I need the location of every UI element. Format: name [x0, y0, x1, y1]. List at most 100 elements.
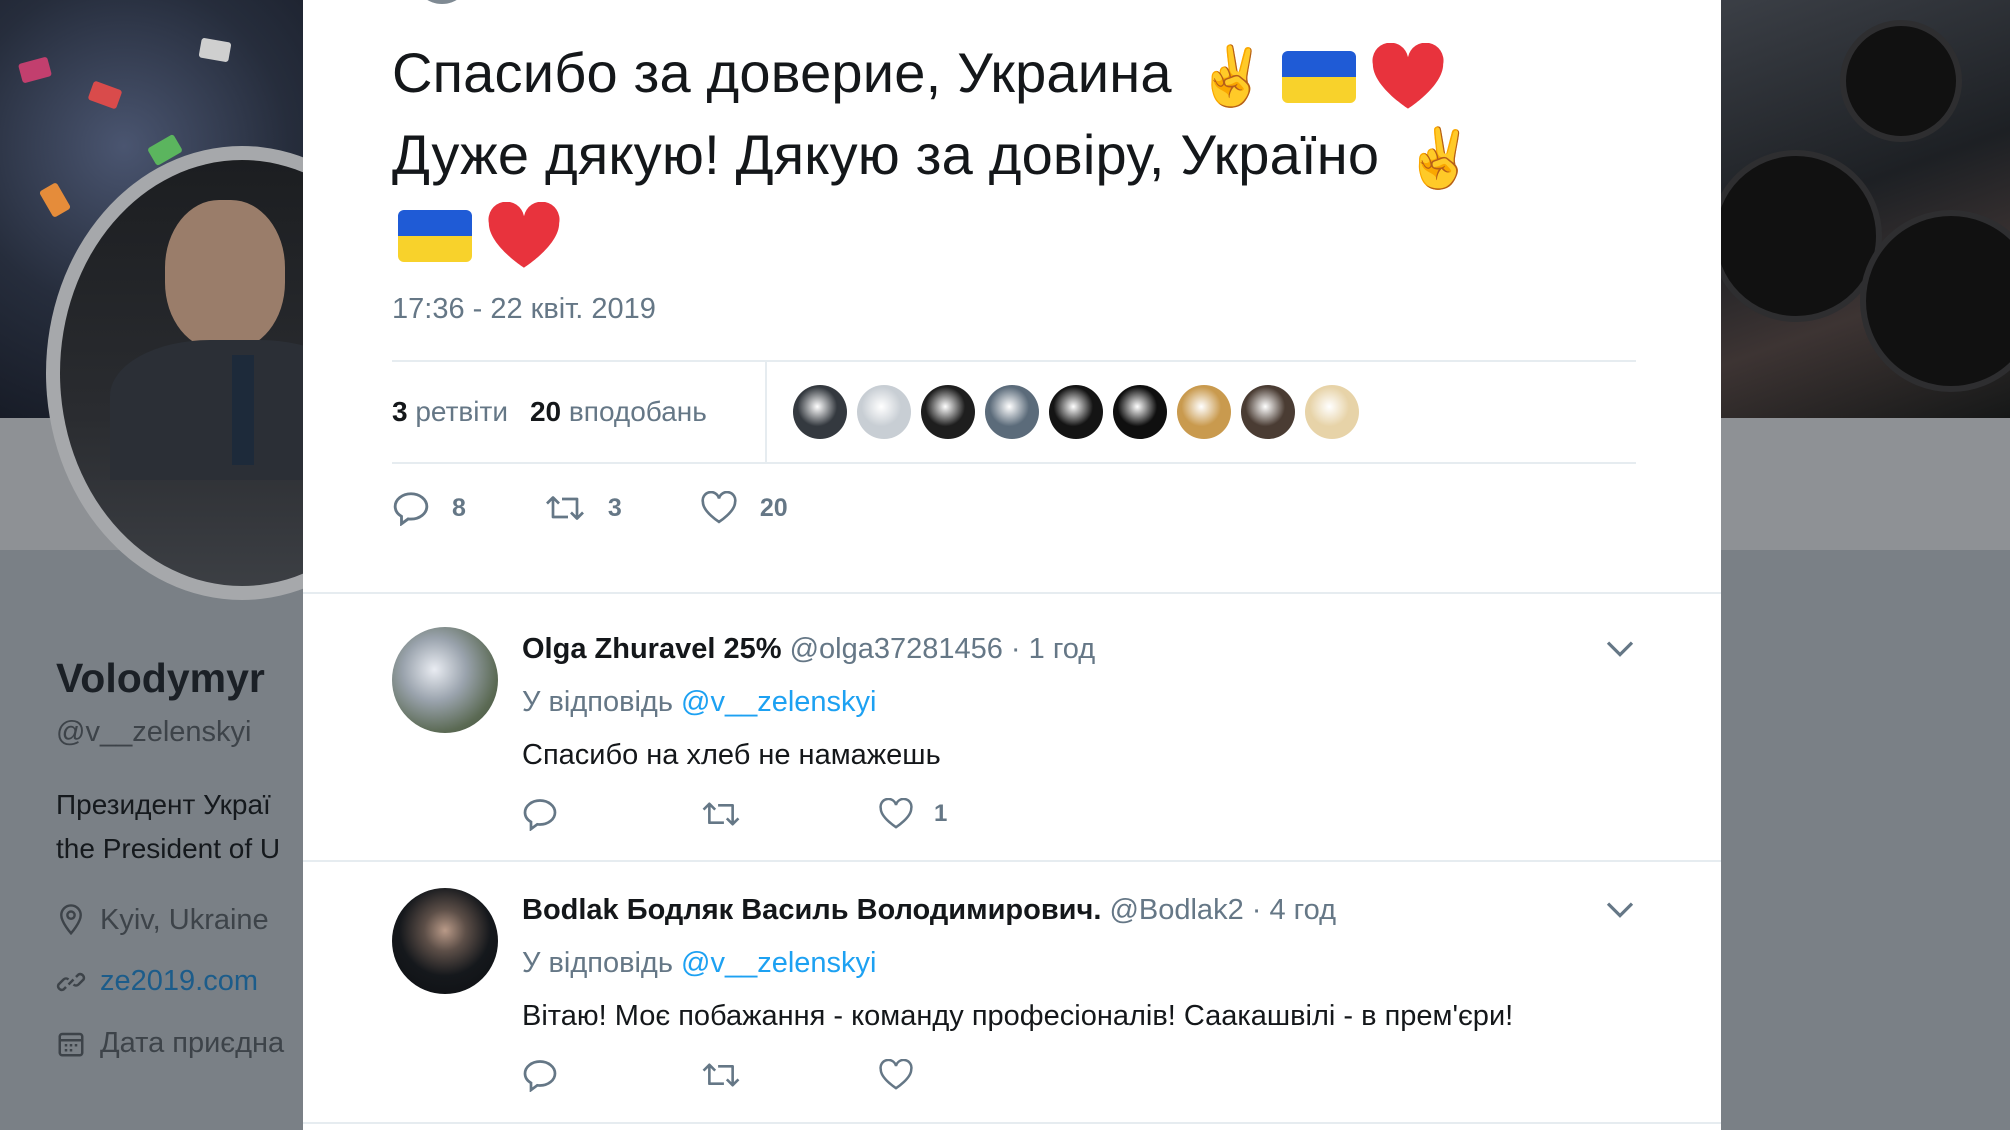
profile-bio-line: the President of U [56, 833, 281, 864]
section-divider [303, 1122, 1721, 1124]
reply-count: 8 [452, 493, 466, 522]
like-count: 20 [759, 493, 788, 522]
liker-avatar[interactable] [1113, 385, 1167, 439]
calendar-icon [58, 1032, 84, 1056]
section-divider [303, 592, 1721, 594]
reply-text: Спасибо на хлеб не намажешь [522, 739, 941, 771]
profile-joined: Дата приєдна [56, 1027, 284, 1060]
confetti [38, 182, 72, 218]
confetti [198, 37, 232, 63]
likes-stat[interactable]: 20 вподобань [530, 396, 707, 428]
likes-label: вподобань [568, 396, 707, 427]
avatar-tie [232, 355, 254, 465]
likes-count: 20 [529, 396, 562, 427]
divider [392, 462, 1636, 464]
liker-avatar[interactable] [1305, 385, 1359, 439]
ukraine-flag-emoji [398, 209, 472, 262]
retweets-stat[interactable]: 3 ретвіти [392, 396, 508, 428]
retweet-icon [545, 496, 584, 520]
confetti [87, 80, 123, 110]
tweet-actions: 8 3 20 [392, 490, 866, 526]
heart-icon [701, 491, 737, 524]
reply-to-line: У відповідь @v__zelenskyi [522, 686, 877, 719]
red-heart-emoji [488, 201, 560, 268]
retweets-label: ретвіти [415, 396, 508, 427]
camera-lens [1710, 150, 1882, 322]
reply-to-label: У відповідь [522, 947, 673, 979]
victory-hand-emoji: ✌ [1403, 126, 1476, 192]
reply-to-mention[interactable]: @v__zelenskyi [681, 686, 876, 718]
reply-header: Bodlak Бодляк Василь Володимирович. @Bod… [522, 894, 1336, 927]
profile-bio-line: Президент Украї [56, 789, 271, 820]
camera-lens [1860, 210, 2010, 392]
ukraine-flag-emoji [1281, 51, 1356, 104]
tweet-line-1: Спасибо за доверие, Украина ✌ [392, 34, 1652, 116]
like-action[interactable]: 20 [700, 491, 788, 525]
chevron-down-icon[interactable] [1604, 898, 1636, 920]
liker-avatar[interactable] [1241, 385, 1295, 439]
reply-icon [393, 492, 429, 526]
reply-actions [522, 1058, 1056, 1092]
tweet-line-3 [392, 192, 1652, 270]
reply-author-handle[interactable]: @Bodlak2 [1109, 894, 1243, 926]
section-divider [303, 860, 1721, 862]
retweets-count: 3 [392, 396, 408, 427]
stats-separator [765, 362, 767, 462]
retweet-icon [702, 802, 740, 826]
like-action[interactable] [878, 1059, 1056, 1091]
location-pin-icon [60, 904, 82, 936]
liker-avatar[interactable] [793, 385, 847, 439]
reply-to-line: У відповідь @v__zelenskyi [522, 947, 877, 980]
tweet-stats: 3 ретвіти 20 вподобань [392, 362, 729, 462]
tweet-author-avatar[interactable] [416, 0, 468, 4]
tweet-text-line: Дуже дякую! Дякую за довіру, Україно [392, 123, 1380, 187]
link-icon [56, 972, 86, 991]
profile-website[interactable]: ze2019.com [56, 965, 258, 998]
profile-banner-right [1710, 0, 2010, 418]
liker-avatar[interactable] [1177, 385, 1231, 439]
reply-text: Вітаю! Моє побажання - команду професіон… [522, 1000, 1514, 1032]
reply-author-name[interactable]: Bodlak Бодляк Василь Володимирович. [522, 894, 1101, 926]
profile-location: Kyiv, Ukraine [56, 903, 269, 937]
profile-website-link[interactable]: ze2019.com [100, 965, 258, 998]
chevron-down-icon[interactable] [1604, 637, 1636, 659]
liker-avatar[interactable] [985, 385, 1039, 439]
reply-icon [523, 799, 557, 831]
confetti [17, 56, 53, 84]
liker-avatar[interactable] [921, 385, 975, 439]
heart-icon [879, 1059, 913, 1090]
retweet-icon [702, 1063, 740, 1087]
reply-time[interactable]: · 1 год [1011, 633, 1095, 665]
reply-action[interactable] [522, 1058, 700, 1092]
retweet-action[interactable]: 3 [544, 491, 622, 525]
red-heart-emoji [1372, 43, 1444, 109]
retweet-action[interactable] [700, 798, 878, 830]
retweet-action[interactable] [700, 1059, 878, 1091]
reply-icon [523, 1060, 557, 1092]
heart-icon [879, 798, 913, 829]
reply-author-handle[interactable]: @olga37281456 [790, 633, 1003, 665]
profile-location-text: Kyiv, Ukraine [100, 903, 269, 936]
reply-action[interactable]: 8 [392, 490, 466, 526]
profile-name: Volodymyr [56, 655, 265, 701]
reply-author-name[interactable]: Olga Zhuravel 25% [522, 633, 782, 665]
profile-handle: @v__zelenskyi [56, 716, 252, 748]
liker-avatar[interactable] [857, 385, 911, 439]
reply-like-count: 1 [934, 800, 948, 827]
victory-hand-emoji: ✌ [1195, 44, 1268, 110]
reply-to-mention[interactable]: @v__zelenskyi [681, 947, 876, 979]
reply-time[interactable]: · 4 год [1252, 894, 1336, 926]
tweet-line-2: Дуже дякую! Дякую за довіру, Україно ✌ [392, 116, 1652, 198]
reply-avatar[interactable] [392, 627, 498, 733]
liker-avatar[interactable] [1049, 385, 1103, 439]
reply-action[interactable] [522, 797, 700, 831]
reply-actions: 1 [522, 797, 1056, 831]
tweet-text-line: Спасибо за доверие, Украина [392, 41, 1172, 104]
retweet-count: 3 [607, 493, 622, 522]
reply-to-label: У відповідь [522, 686, 673, 718]
tweet-text: Спасибо за доверие, Украина ✌ Дуже дякую… [392, 34, 1652, 270]
like-action[interactable]: 1 [878, 798, 1056, 830]
reply-avatar[interactable] [392, 888, 498, 994]
tweet-modal: Спасибо за доверие, Украина ✌ Дуже дякую… [303, 0, 1721, 1130]
tweet-timestamp[interactable]: 17:36 - 22 квіт. 2019 [392, 293, 656, 326]
